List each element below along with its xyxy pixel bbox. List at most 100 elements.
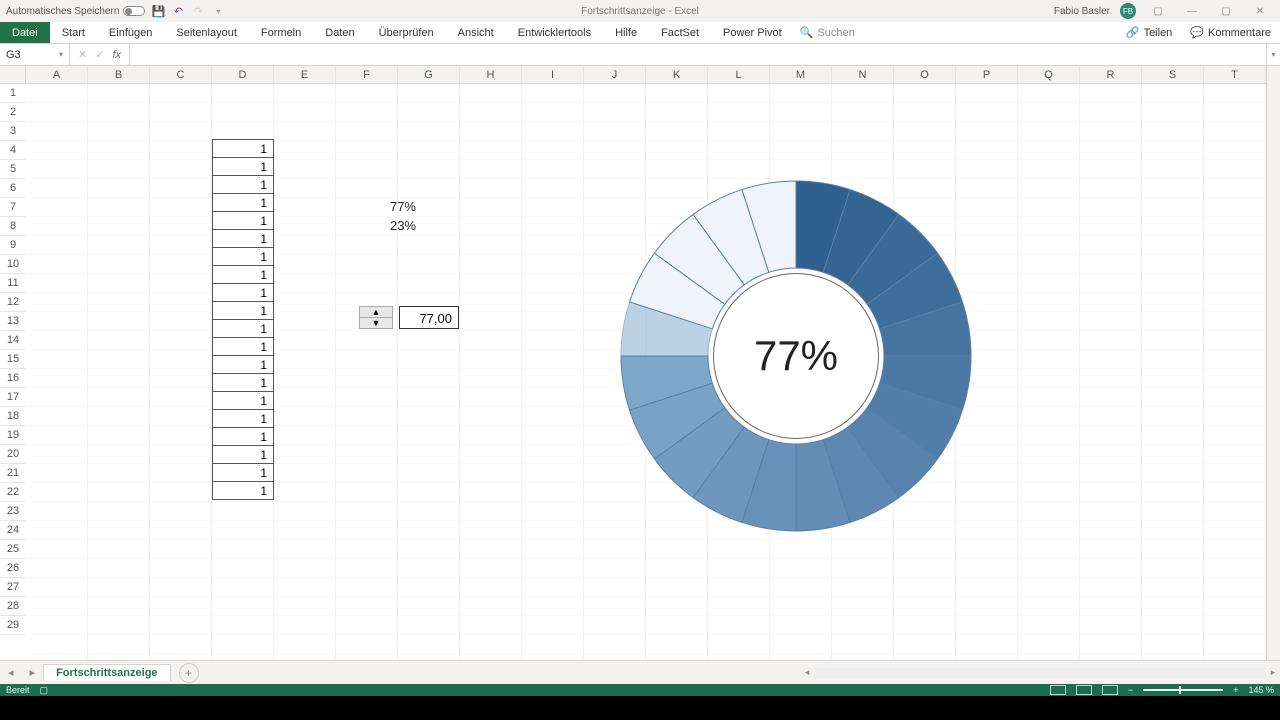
row-header[interactable]: 22 xyxy=(0,483,26,502)
scroll-right-icon[interactable]: ▸ xyxy=(1266,667,1280,678)
spinner-down-button[interactable]: ▼ xyxy=(360,317,392,328)
row-header[interactable]: 5 xyxy=(0,160,26,179)
tab-hilfe[interactable]: Hilfe xyxy=(603,22,649,43)
view-page-break-icon[interactable] xyxy=(1102,685,1118,695)
row-header[interactable]: 28 xyxy=(0,597,26,616)
row-header[interactable]: 26 xyxy=(0,559,26,578)
tab-überprüfen[interactable]: Überprüfen xyxy=(367,22,446,43)
tab-file[interactable]: Datei xyxy=(0,22,50,43)
data-cell[interactable]: 1 xyxy=(212,139,274,158)
tab-einfügen[interactable]: Einfügen xyxy=(97,22,164,43)
chevron-down-icon[interactable]: ▾ xyxy=(59,50,63,59)
ribbon-display-icon[interactable]: ▢ xyxy=(1146,4,1170,18)
row-header[interactable]: 11 xyxy=(0,274,26,293)
view-normal-icon[interactable] xyxy=(1050,685,1066,695)
save-icon[interactable]: 💾 xyxy=(151,4,165,18)
sheet-tab-active[interactable]: Fortschrittsanzeige xyxy=(43,664,170,681)
tab-factset[interactable]: FactSet xyxy=(649,22,711,43)
vertical-scrollbar[interactable] xyxy=(1266,66,1280,660)
row-header[interactable]: 24 xyxy=(0,521,26,540)
data-cell[interactable]: 1 xyxy=(212,211,274,230)
row-header[interactable]: 6 xyxy=(0,179,26,198)
row-header[interactable]: 15 xyxy=(0,350,26,369)
tab-power pivot[interactable]: Power Pivot xyxy=(711,22,794,43)
view-page-layout-icon[interactable] xyxy=(1076,685,1092,695)
avatar[interactable]: FB xyxy=(1120,3,1136,19)
row-header[interactable]: 27 xyxy=(0,578,26,597)
row-header[interactable]: 1 xyxy=(0,84,26,103)
spinner-up-button[interactable]: ▲ xyxy=(360,307,392,317)
data-cell[interactable]: 1 xyxy=(212,355,274,374)
search-box[interactable]: 🔍 Suchen xyxy=(794,22,861,43)
donut-chart[interactable]: 77% xyxy=(616,176,976,536)
qat-dropdown-icon[interactable]: ▾ xyxy=(211,4,225,18)
autosave-toggle[interactable]: Automatisches Speichern xyxy=(6,6,145,17)
zoom-in-icon[interactable]: + xyxy=(1233,685,1238,695)
data-cell[interactable]: 1 xyxy=(212,283,274,302)
row-header[interactable]: 13 xyxy=(0,312,26,331)
data-cell[interactable]: 1 xyxy=(212,337,274,356)
toggle-off-icon[interactable] xyxy=(123,6,145,16)
formula-input[interactable] xyxy=(130,44,1266,65)
data-cell[interactable]: 1 xyxy=(212,391,274,410)
sheet-nav-prev-icon[interactable]: ◂ xyxy=(0,666,22,679)
scroll-left-icon[interactable]: ◂ xyxy=(800,667,814,678)
row-header[interactable]: 19 xyxy=(0,426,26,445)
row-header[interactable]: 29 xyxy=(0,616,26,635)
data-cell[interactable]: 1 xyxy=(212,247,274,266)
row-header[interactable]: 10 xyxy=(0,255,26,274)
comments-button[interactable]: 💬 Kommentare xyxy=(1181,22,1280,43)
data-cell[interactable]: 1 xyxy=(212,193,274,212)
undo-icon[interactable]: ↶ xyxy=(171,4,185,18)
data-cell[interactable]: 1 xyxy=(212,409,274,428)
row-header[interactable]: 25 xyxy=(0,540,26,559)
cancel-icon[interactable]: ✕ xyxy=(78,48,87,61)
name-box[interactable]: G3 ▾ xyxy=(0,44,70,65)
fx-icon[interactable]: fx xyxy=(112,49,121,61)
enter-icon[interactable]: ✓ xyxy=(95,48,104,61)
minimize-icon[interactable]: — xyxy=(1180,4,1204,18)
data-cell[interactable]: 1 xyxy=(212,463,274,482)
row-header[interactable]: 7 xyxy=(0,198,26,217)
row-header[interactable]: 14 xyxy=(0,331,26,350)
data-cell[interactable]: 1 xyxy=(212,319,274,338)
spinner-value-cell[interactable]: 77,00 xyxy=(399,306,459,329)
data-cell[interactable]: 1 xyxy=(212,481,274,500)
data-cell[interactable]: 1 xyxy=(212,265,274,284)
row-header[interactable]: 23 xyxy=(0,502,26,521)
data-cell[interactable]: 1 xyxy=(212,157,274,176)
zoom-slider[interactable] xyxy=(1143,689,1223,691)
row-header[interactable]: 21 xyxy=(0,464,26,483)
tab-daten[interactable]: Daten xyxy=(313,22,366,43)
data-cell[interactable]: 1 xyxy=(212,427,274,446)
row-header[interactable]: 17 xyxy=(0,388,26,407)
data-cell[interactable]: 1 xyxy=(212,301,274,320)
tab-start[interactable]: Start xyxy=(50,22,97,43)
data-cell[interactable]: 1 xyxy=(212,373,274,392)
row-header[interactable]: 20 xyxy=(0,445,26,464)
close-icon[interactable]: ✕ xyxy=(1248,4,1272,18)
row-header[interactable]: 3 xyxy=(0,122,26,141)
sheet-nav-next-icon[interactable]: ▸ xyxy=(22,666,44,679)
row-header[interactable]: 18 xyxy=(0,407,26,426)
row-header[interactable]: 8 xyxy=(0,217,26,236)
zoom-level[interactable]: 145 % xyxy=(1248,685,1274,695)
macro-record-icon[interactable]: ▢ xyxy=(40,685,49,696)
add-sheet-button[interactable]: + xyxy=(179,663,199,683)
row-header[interactable]: 16 xyxy=(0,369,26,388)
row-header[interactable]: 12 xyxy=(0,293,26,312)
data-cell[interactable]: 1 xyxy=(212,175,274,194)
cell-remaining-pct[interactable]: 23% xyxy=(346,218,416,233)
data-cell[interactable]: 1 xyxy=(212,445,274,464)
row-header[interactable]: 2 xyxy=(0,103,26,122)
expand-formula-icon[interactable]: ▾ xyxy=(1266,44,1280,65)
row-header[interactable]: 4 xyxy=(0,141,26,160)
row-header[interactable]: 9 xyxy=(0,236,26,255)
tab-entwicklertools[interactable]: Entwicklertools xyxy=(506,22,603,43)
cell-progress-pct[interactable]: 77% xyxy=(346,199,416,214)
tab-formeln[interactable]: Formeln xyxy=(249,22,313,43)
data-cell[interactable]: 1 xyxy=(212,229,274,248)
zoom-out-icon[interactable]: − xyxy=(1128,685,1133,695)
redo-icon[interactable]: ↷ xyxy=(191,4,205,18)
tab-ansicht[interactable]: Ansicht xyxy=(446,22,506,43)
